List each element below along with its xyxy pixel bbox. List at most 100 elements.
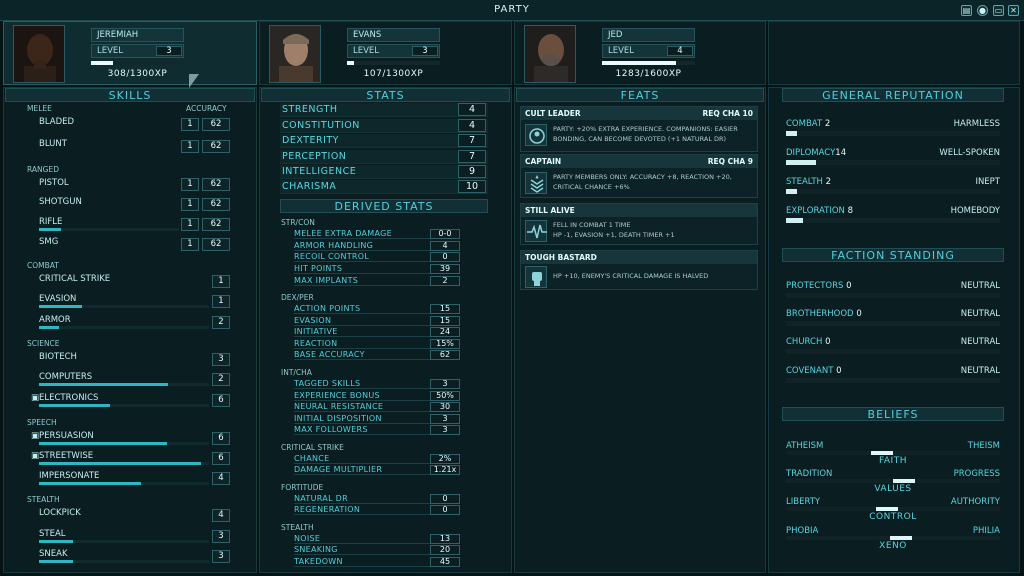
skill-electronics-value: 6 [212,394,230,407]
xp-bar-fill [602,61,677,65]
belief-track [786,479,1000,483]
skill-streetwise-bar [39,462,209,465]
reputation-diplomacy: DIPLOMACY14 WELL-SPOKEN [786,148,1000,168]
skill-shotgun[interactable]: SHOTGUN [39,197,82,207]
window-title: PARTY [494,4,530,15]
stat-label: STRENGTH [282,104,338,115]
feat-captain[interactable]: CAPTAIN REQ CHA 9 PARTY MEMBERS ONLY: ACC… [520,154,758,198]
belief-marker [876,507,898,511]
skill-persuasion-bar [39,442,209,445]
skill-computers-bar [39,383,209,386]
faction-bar [786,349,1000,354]
derived-max-implants: MAX IMPLANTS 2 [294,276,460,286]
stat-intelligence[interactable]: INTELLIGENCE 9 [280,165,488,179]
skill-pistol-value: 1 [181,178,199,191]
xp-bar-fill [347,61,355,65]
feat-cult-leader[interactable]: CULT LEADER REQ CHA 10 PARTY: +20% EXTRA … [520,106,758,152]
feat-description-line: FELL IN COMBAT 1 TIME [553,221,631,229]
skill-rifle-accuracy: 62 [202,218,230,231]
feat-still-alive[interactable]: STILL ALIVE FELL IN COMBAT 1 TIME HP -1, … [520,203,758,245]
skill-persuasion-value: 6 [212,432,230,445]
skill-shotgun-value: 1 [181,198,199,211]
character-card-jed[interactable]: JED LEVEL 4 1283/1600XP [514,21,766,85]
skill-armor[interactable]: ARMOR [39,315,71,325]
reputation-combat: COMBAT 2 HARMLESS [786,119,1000,139]
belief-xeno: PHOBIA PHILIA XENO [786,526,1000,552]
faction-label: BROTHERHOOD [786,309,854,319]
mouse-cursor-icon [189,74,199,88]
close-icon[interactable]: ✕ [1008,5,1019,16]
character-icon[interactable]: ● [977,5,988,16]
faction-church: CHURCH 0 NEUTRAL [786,337,1000,357]
beliefs-header: BELIEFS [782,407,1004,421]
skill-impersonate-value: 4 [212,472,230,485]
belief-track [786,451,1000,455]
skill-impersonate[interactable]: IMPERSONATE [39,471,99,481]
skill-blunt-value: 1 [181,140,199,153]
belief-name: CONTROL [869,512,917,522]
skill-bladed[interactable]: BLADED [39,117,74,127]
reputation-value: 14 [835,148,847,158]
skill-lockpick[interactable]: LOCKPICK [39,508,81,518]
feat-tough-bastard[interactable]: TOUGH BASTARD HP +10, ENEMY'S CRITICAL D… [520,250,758,290]
tag-icon: ▣ [31,393,40,403]
derived-damage-multiplier: DAMAGE MULTIPLIER 1.21x [294,465,460,475]
journal-icon[interactable]: ▭ [993,5,1004,16]
feat-requirement: REQ CHA 10 [702,109,753,118]
skill-pistol[interactable]: PISTOL [39,178,69,188]
skill-sneak-bar [39,560,209,563]
derived-evasion: EVASION 15 [294,316,460,326]
inventory-icon[interactable]: ▤ [961,5,972,16]
skill-computers[interactable]: COMPUTERS [39,372,92,382]
tag-icon: ▣ [31,451,40,461]
stat-constitution[interactable]: CONSTITUTION 4 [280,119,488,133]
derived-initial-disposition: INITIAL DISPOSITION 3 [294,414,460,424]
skill-rifle[interactable]: RIFLE [39,217,62,227]
character-card-jeremiah[interactable]: JEREMIAH LEVEL 3 308/1300XP [3,21,257,85]
int-cha-label: INT/CHA [281,368,312,377]
derived-natural-dr: NATURAL DR 0 [294,494,460,504]
reputation-exploration: EXPLORATION 8 HOMEBODY [786,206,1000,226]
stat-label: INTELLIGENCE [282,166,357,177]
character-card-evans[interactable]: EVANS LEVEL 3 107/1300XP [259,21,512,85]
tag-icon: ▣ [31,431,40,441]
skill-evasion[interactable]: EVASION [39,294,76,304]
level-value: 4 [667,46,693,56]
skill-persuasion[interactable]: PERSUASION [39,431,94,441]
faction-rank: NEUTRAL [960,281,1000,291]
skill-steal[interactable]: STEAL [39,529,66,539]
skill-blunt[interactable]: BLUNT [39,139,67,149]
stat-strength[interactable]: STRENGTH 4 [280,103,488,117]
stat-perception[interactable]: PERCEPTION 7 [280,150,488,164]
skill-biotech[interactable]: BIOTECH [39,352,77,362]
xp-text: 308/1300XP [107,69,168,79]
skill-streetwise[interactable]: STREETWISE [39,451,93,461]
stat-value: 7 [458,134,486,147]
belief-control: LIBERTY AUTHORITY CONTROL [786,497,1000,523]
faction-standing-header: FACTION STANDING [782,248,1004,262]
reputation-label: DIPLOMACY [786,148,836,158]
skill-computers-value: 2 [212,373,230,386]
stealth-derived-label: STEALTH [281,523,314,532]
feat-title-row: CULT LEADER REQ CHA 10 [521,107,757,120]
skill-evasion-bar [39,305,209,308]
skill-electronics-bar [39,404,209,407]
derived-regeneration: REGENERATION 0 [294,505,460,515]
belief-right-label: PHILIA [972,526,1000,536]
fortitude-label: FORTITUDE [281,483,324,492]
stat-charisma[interactable]: CHARISMA 10 [280,180,488,194]
skill-electronics[interactable]: ELECTRONICS [39,393,98,403]
belief-left-label: ATHEISM [786,441,824,451]
character-name: JEREMIAH [91,28,184,42]
derived-hit-points: HIT POINTS 39 [294,264,460,274]
feat-requirement: REQ CHA 9 [707,157,753,166]
stat-dexterity[interactable]: DEXTERITY 7 [280,134,488,148]
feat-title-row: CAPTAIN REQ CHA 9 [521,155,757,168]
level-box: LEVEL 4 [602,44,695,58]
skill-sneak[interactable]: SNEAK [39,549,68,559]
feat-description: PARTY: +20% EXTRA EXPERIENCE. COMPANIONS… [553,125,738,143]
skill-critical-strike[interactable]: CRITICAL STRIKE [39,274,110,284]
reputation-value: 2 [824,119,831,129]
skill-smg[interactable]: SMG [39,237,58,247]
combat-label: COMBAT [27,261,59,270]
